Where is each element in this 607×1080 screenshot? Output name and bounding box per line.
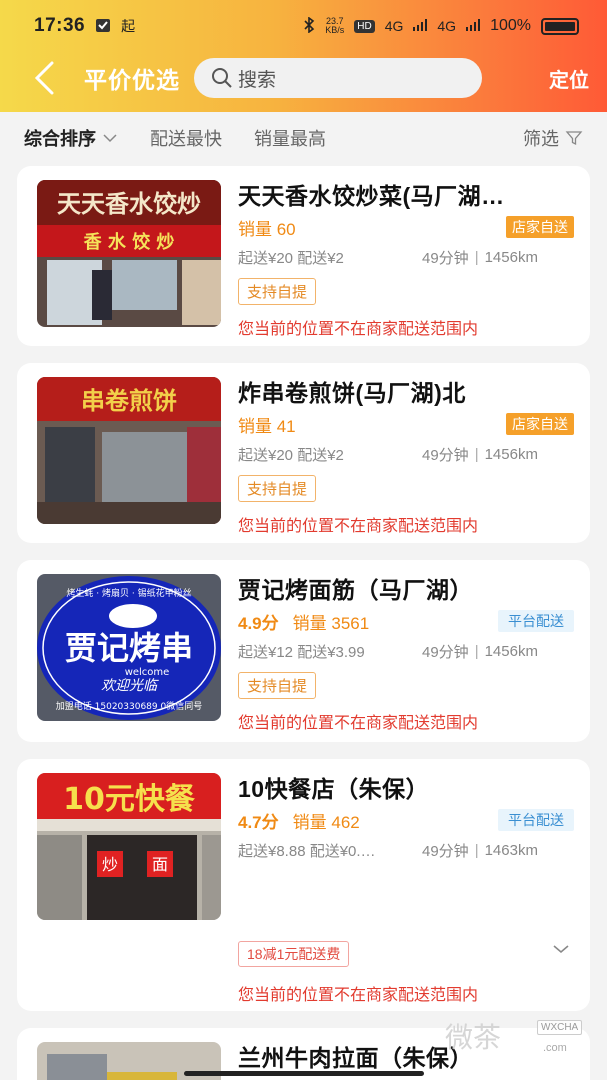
delivery-time: 49分钟	[422, 249, 469, 267]
store-sign-text: 天天香水饺炒	[57, 190, 201, 218]
store-sign-text-4: 欢迎光临	[101, 678, 159, 694]
bluetooth-icon	[303, 15, 315, 36]
store-name: 10快餐店（朱保）	[238, 776, 430, 802]
store-sign-text: 烤生蚝 · 烤扇贝 · 锡纸花甲粉丝	[66, 587, 191, 599]
store-sales: 销量 3561	[292, 613, 370, 633]
separator: |	[474, 248, 479, 266]
separator: |	[474, 841, 479, 859]
delivery-time: 49分钟	[422, 643, 469, 661]
store-card[interactable]: 天天香水饺炒 香 水 饺 炒 天天香水饺炒菜(马厂湖… 销量 60 店家自送 起…	[17, 166, 590, 346]
app-header: 17:36 起 23.7 KB/s HD 4G 4G 100% 平价优选 搜索 …	[0, 0, 607, 112]
back-button[interactable]	[22, 56, 66, 100]
sort-comprehensive-label: 综合排序	[24, 129, 96, 149]
distance: 1456km	[484, 445, 538, 463]
locate-button[interactable]: 定位	[549, 64, 589, 93]
store-sign-text-2: 贾记烤串	[65, 629, 193, 667]
store-card[interactable]: 烤生蚝 · 烤扇贝 · 锡纸花甲粉丝 贾记烤串 welcome 欢迎光临 加盟电…	[17, 560, 590, 742]
sort-fastest[interactable]: 配送最快	[150, 125, 222, 151]
fee-info: 起送¥20 配送¥2	[238, 446, 344, 464]
distance: 1463km	[484, 841, 538, 859]
carrier-icon: 起	[121, 18, 136, 34]
self-pickup-tag: 支持自提	[238, 672, 317, 699]
fee-info: 起送¥8.88 配送¥0.…	[238, 842, 376, 860]
signal-4g-2: 4G	[437, 18, 457, 34]
filter-funnel-icon	[565, 131, 583, 146]
battery-icon	[541, 17, 579, 35]
delivery-time: 49分钟	[422, 446, 469, 464]
watermark: 微茶 WXCHA .com	[445, 1016, 595, 1076]
store-photo: 天天香水饺炒 香 水 饺 炒	[37, 180, 221, 327]
delivery-badge: 店家自送	[506, 413, 574, 435]
chevron-left-icon	[34, 61, 54, 95]
delivery-badge: 店家自送	[506, 216, 574, 238]
sort-comprehensive[interactable]: 综合排序	[24, 125, 118, 151]
watermark-site: WXCHA	[537, 1020, 583, 1035]
store-name: 天天香水饺炒菜(马厂湖…	[238, 183, 505, 209]
search-input[interactable]: 搜索	[194, 58, 482, 98]
watermark-text: 微茶	[445, 1021, 502, 1054]
home-indicator[interactable]	[184, 1071, 424, 1076]
watermark-com: .com	[543, 1042, 567, 1054]
store-photo: 烤生蚝 · 烤扇贝 · 锡纸花甲粉丝 贾记烤串 welcome 欢迎光临 加盟电…	[37, 574, 221, 721]
filter-label: 筛选	[523, 129, 559, 149]
out-of-range-warning: 您当前的位置不在商家配送范围内	[238, 518, 479, 535]
shield-check-icon	[95, 17, 111, 36]
signal-4g-1: 4G	[384, 18, 404, 34]
store-name: 贾记烤面筋（马厂湖）	[238, 577, 473, 603]
signal-bars-icon	[413, 18, 428, 34]
delivery-badge: 平台配送	[498, 610, 574, 632]
out-of-range-warning: 您当前的位置不在商家配送范围内	[238, 987, 479, 1004]
store-photo: 10元快餐 炒 面	[37, 773, 221, 920]
store-door-text: 炒	[102, 855, 118, 874]
store-rating: 4.7分	[238, 812, 279, 832]
store-photo: 串卷煎饼	[37, 377, 221, 524]
fee-info: 起送¥20 配送¥2	[238, 249, 344, 267]
delivery-time: 49分钟	[422, 842, 469, 860]
filter-button[interactable]: 筛选	[523, 125, 583, 151]
hd-icon: HD	[354, 19, 375, 33]
store-sales: 销量 41	[238, 416, 296, 436]
store-sales: 销量 60	[238, 219, 296, 239]
separator: |	[474, 445, 479, 463]
distance: 1456km	[484, 248, 538, 266]
search-icon	[212, 68, 232, 88]
store-sign-text: 串卷煎饼	[81, 386, 177, 415]
fee-info: 起送¥12 配送¥3.99	[238, 643, 365, 661]
search-placeholder: 搜索	[238, 69, 277, 91]
signal-bars-icon	[466, 18, 481, 34]
store-sign-text-5: 加盟电话 15020330689 0微信同号	[56, 700, 202, 712]
sort-bar: 综合排序 配送最快 销量最高 筛选	[0, 112, 607, 164]
store-sales: 销量 462	[292, 812, 360, 832]
store-rating: 4.9分	[238, 613, 279, 633]
distance: 1456km	[484, 642, 538, 660]
separator: |	[474, 642, 479, 660]
self-pickup-tag: 支持自提	[238, 278, 317, 305]
chevron-down-icon[interactable]	[552, 943, 570, 955]
store-name: 炸串卷煎饼(马厂湖)北	[238, 380, 466, 406]
delivery-badge: 平台配送	[498, 809, 574, 831]
store-sign-text: 10元快餐	[63, 782, 196, 817]
store-sign-text-2: 香 水 饺 炒	[83, 231, 175, 253]
net-speed: 23.7 KB/s	[325, 16, 345, 35]
discount-tag: 18减1元配送费	[238, 941, 350, 967]
store-card[interactable]: 串卷煎饼 炸串卷煎饼(马厂湖)北 销量 41 店家自送 起送¥20 配送¥2 4…	[17, 363, 590, 543]
status-time: 17:36	[34, 15, 86, 36]
chevron-down-icon	[103, 134, 117, 143]
store-door-text-2: 面	[152, 855, 168, 874]
battery-percent: 100%	[490, 17, 531, 34]
out-of-range-warning: 您当前的位置不在商家配送范围内	[238, 715, 479, 732]
out-of-range-warning: 您当前的位置不在商家配送范围内	[238, 321, 479, 338]
store-sign-text-3: welcome	[125, 667, 170, 678]
store-card[interactable]: 10元快餐 炒 面 10快餐店（朱保） 4.7分 销量 462 平台配送 起送¥…	[17, 759, 590, 1011]
page-title: 平价优选	[84, 67, 180, 93]
title-bar: 平价优选 搜索 定位	[0, 52, 607, 104]
self-pickup-tag: 支持自提	[238, 475, 317, 502]
status-bar: 17:36 起 23.7 KB/s HD 4G 4G 100%	[0, 0, 607, 52]
sort-top-sales[interactable]: 销量最高	[254, 125, 326, 151]
